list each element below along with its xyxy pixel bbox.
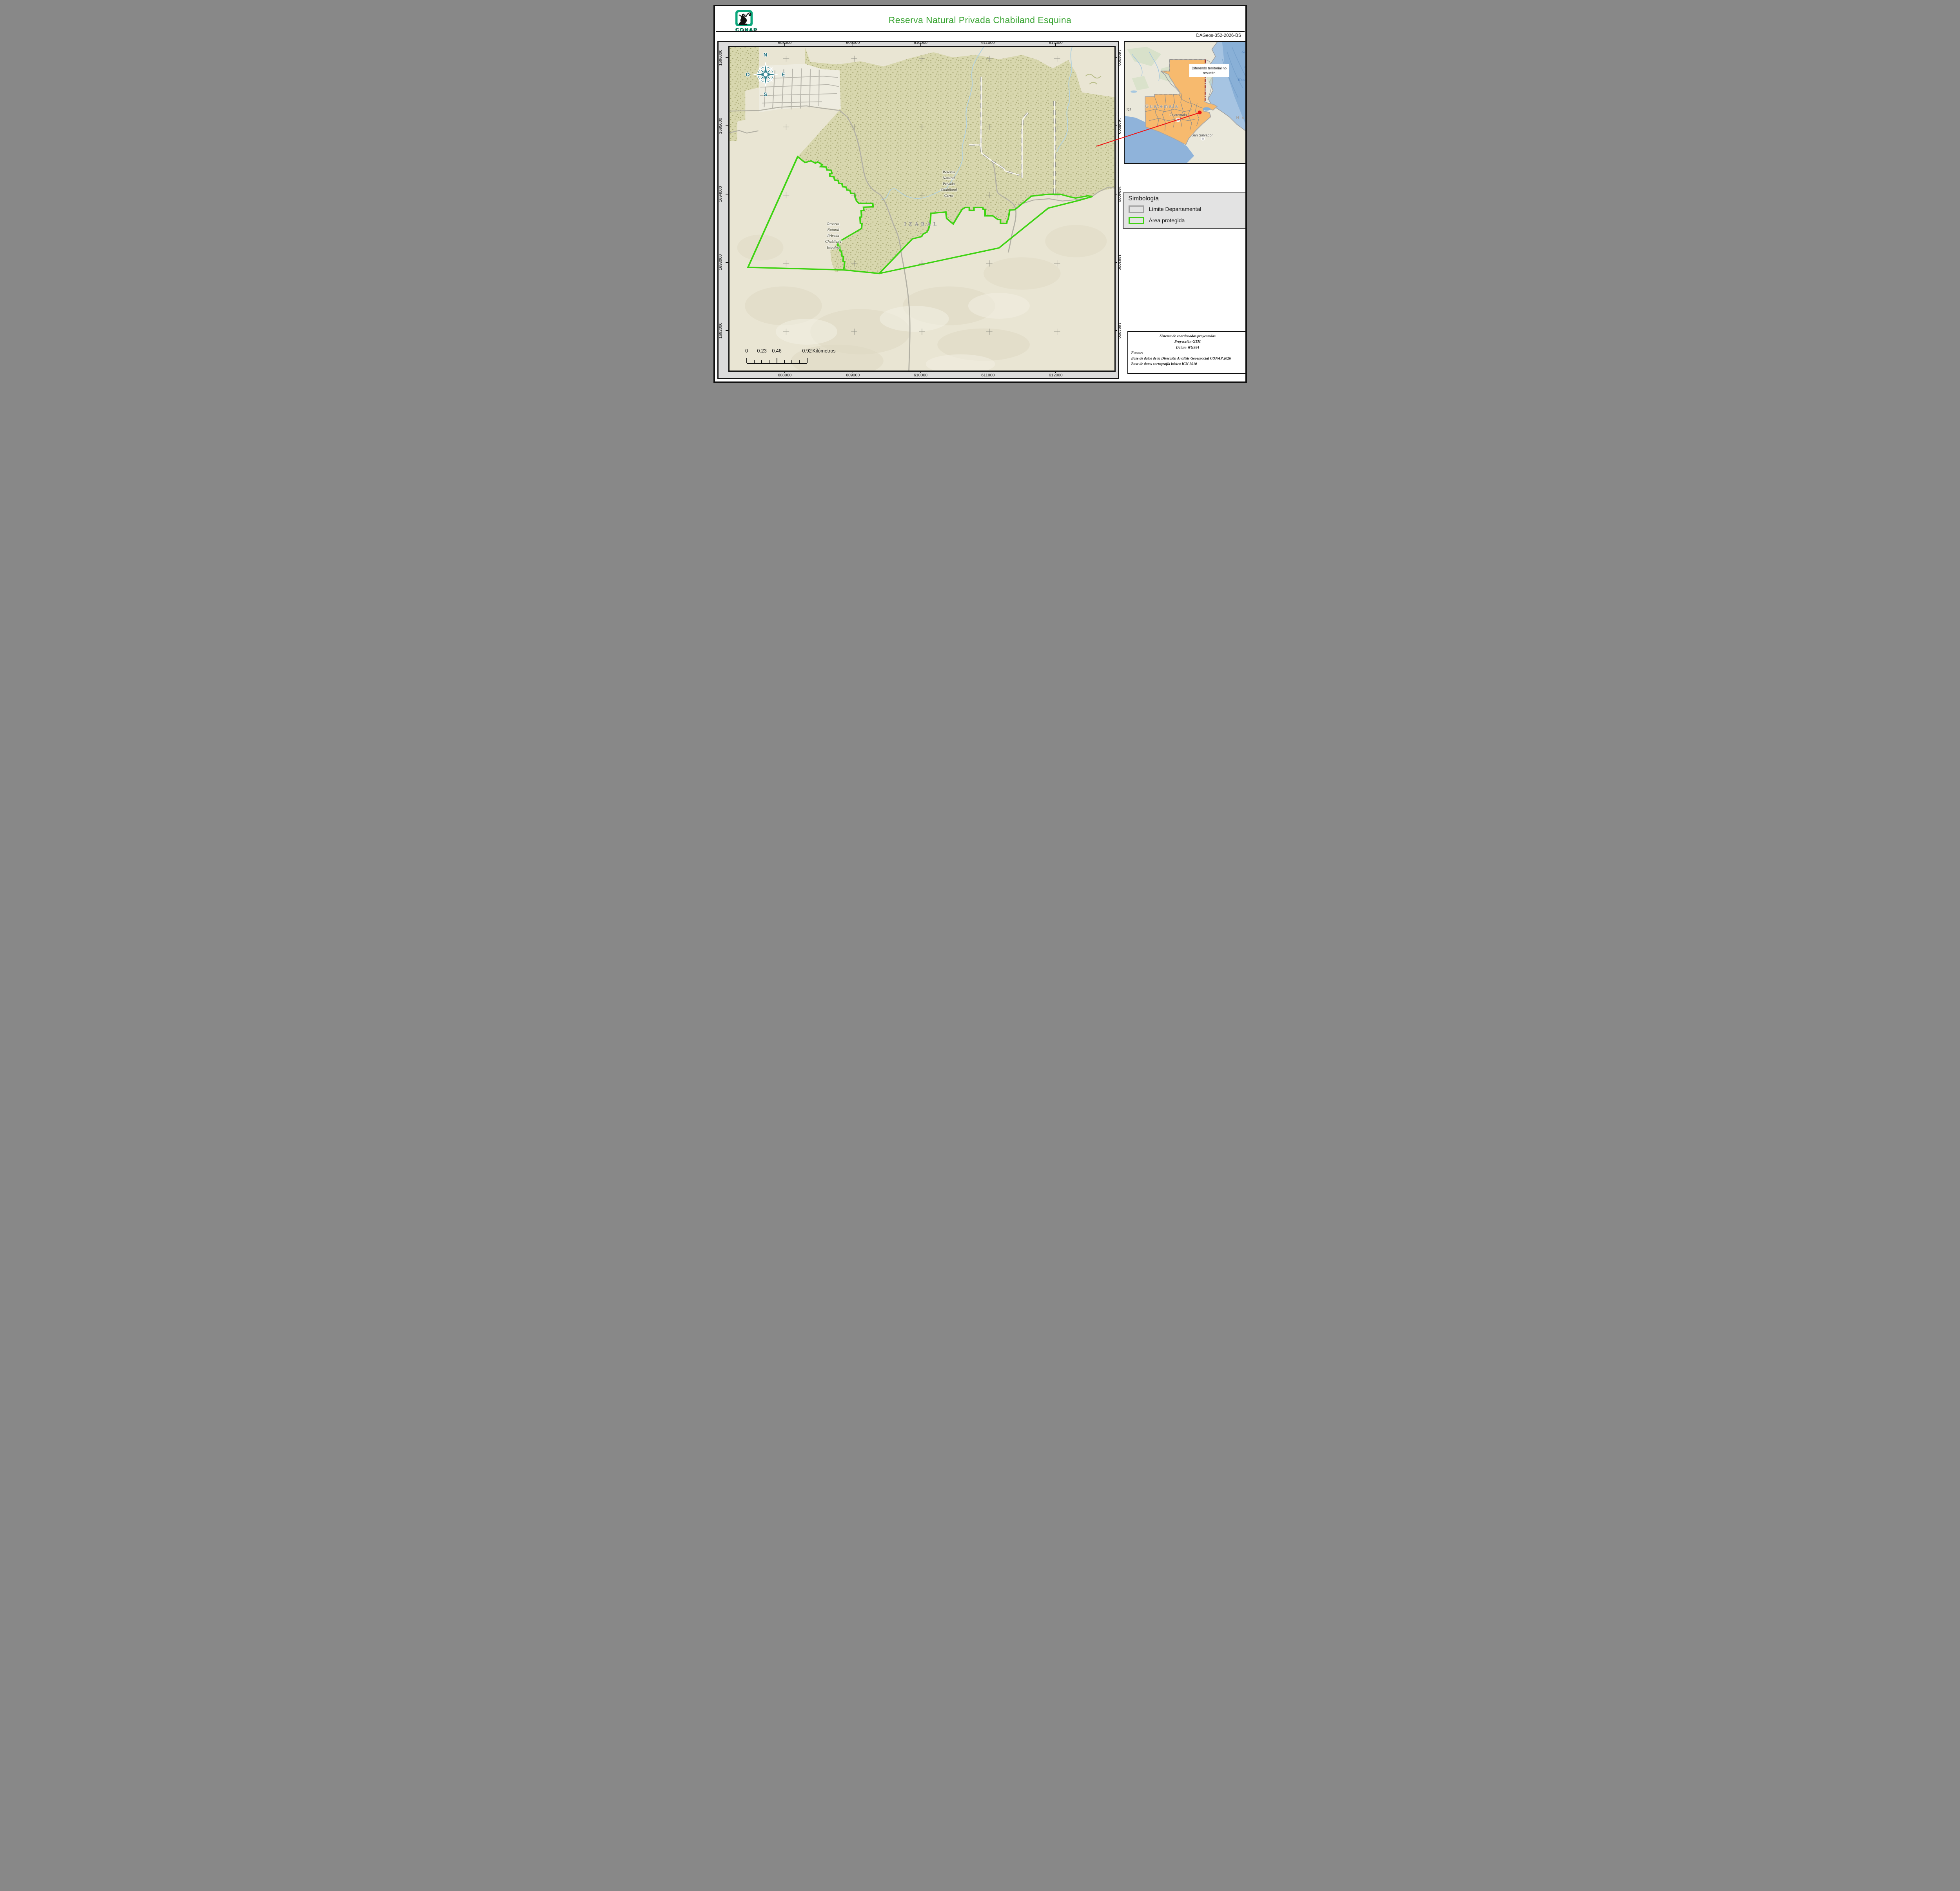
scalebar-tick — [746, 358, 747, 363]
legend-title: Simbología — [1129, 195, 1159, 202]
axis-tick: 1693000 — [1117, 254, 1122, 270]
axis-tick: 609000 — [846, 40, 860, 45]
inset-city-sansalvador-label: San Salvador — [1192, 133, 1213, 137]
compass-north-label: N — [764, 52, 767, 58]
header: CONAP Reserva Natural Privada Chabiland … — [716, 7, 1245, 31]
map-geometry — [730, 47, 1114, 371]
source-heading: Fuente: — [1131, 351, 1244, 356]
scalebar-tick — [754, 360, 755, 363]
axis-tick: 1695000 — [718, 118, 723, 134]
axis-tick: 1692000 — [1117, 323, 1122, 339]
axis-tick: 611000 — [981, 40, 995, 45]
scalebar-value-0: 0 — [745, 348, 748, 354]
axis-tick: 1693000 — [718, 254, 723, 270]
crs-title: Sistema de coordenadas proyectadas — [1131, 334, 1244, 339]
doc-code: DAGeos-352-2026-BS — [1196, 33, 1241, 38]
scalebar-tick — [784, 360, 785, 363]
scalebar-tick — [791, 360, 792, 363]
axis-tick: 1696000 — [1117, 49, 1122, 65]
legend-item-label: Área protegida — [1149, 217, 1185, 223]
inset-honduras-label: H o — [1236, 115, 1245, 120]
conap-logo: CONAP — [725, 10, 768, 32]
inset-locator-map: Guatemala Guatemala San Salvador H o Gu … — [1124, 41, 1247, 164]
axis-tick — [726, 262, 728, 263]
axis-tick: 610000 — [914, 373, 927, 378]
departmental-boundary-swatch-icon — [1129, 205, 1144, 213]
header-divider — [716, 31, 1245, 32]
map-canvas: Reserva Natural Privada Chabiland Cerro … — [728, 46, 1116, 372]
scalebar: 0 0.23 0.46 0.92 Kilómetros — [747, 348, 837, 365]
axis-tick — [726, 57, 728, 58]
axis-tick: 1694000 — [1117, 186, 1122, 202]
axis-tick — [726, 330, 728, 331]
source-line-2: Base de datos cartografía básica IGN 201… — [1131, 361, 1244, 367]
map-sheet: CONAP Reserva Natural Privada Chabiland … — [713, 5, 1247, 383]
axis-tick: 612000 — [1049, 40, 1063, 45]
axis-tick: 1696000 — [718, 49, 723, 65]
legend: Simbología Límite Departamental Área pro… — [1123, 193, 1247, 229]
axis-tick: 608000 — [778, 373, 791, 378]
department-label-izabal: IZABAL — [904, 222, 940, 227]
inset-depth-label: 721 — [1126, 107, 1131, 112]
inset-city-guatemala-label: Guatemala — [1170, 113, 1187, 117]
compass-south-label: S — [764, 91, 767, 97]
compass-west-label: O — [746, 72, 750, 78]
inset-sea-label-2: d — [1245, 65, 1247, 69]
axis-tick: 612000 — [1049, 373, 1063, 378]
scalebar-value-046: 0.46 — [772, 348, 781, 354]
axis-tick: 610000 — [914, 40, 927, 45]
protected-area-swatch-icon — [1129, 217, 1144, 224]
scalebar-tick — [799, 360, 800, 363]
source-line-1: Base de datos de la Dirección Análisis G… — [1131, 356, 1244, 361]
scalebar-unit: Kilómetros — [813, 348, 836, 354]
axis-tick: 611000 — [981, 373, 995, 378]
scalebar-value-092: 0.92 — [802, 348, 811, 354]
scalebar-ruler — [747, 357, 807, 364]
reserve-label-esquina: Reserva Natural Privada Chabiland Esquin… — [825, 222, 841, 251]
reserve-label-cerro: Reserva Natural Privada Chabiland Cerro — [941, 170, 957, 200]
axis-tick: 1694000 — [718, 186, 723, 202]
legend-item-label: Límite Departamental — [1149, 206, 1201, 212]
scalebar-tick — [761, 360, 762, 363]
inset-geometry — [1125, 42, 1247, 163]
axis-tick: 1692000 — [718, 323, 723, 339]
info-box: Sistema de coordenadas proyectadas Proye… — [1127, 331, 1247, 374]
inset-country-label: Guatemala — [1145, 104, 1179, 109]
crs-projection: Proyección GTM — [1131, 339, 1244, 345]
inset-sea-label-3: Hond — [1238, 78, 1246, 82]
scalebar-tick — [807, 358, 808, 363]
page-title: Reserva Natural Privada Chabiland Esquin… — [779, 7, 1182, 32]
inset-sea-label-1: Gu — [1241, 51, 1246, 54]
compass-rose-icon: N S E O — [746, 53, 785, 96]
scalebar-value-023: 0.23 — [757, 348, 766, 354]
axis-tick — [726, 125, 728, 126]
compass-star-icon — [751, 57, 780, 92]
axis-tick: 1695000 — [1117, 118, 1122, 134]
axis-tick: 608000 — [778, 40, 791, 45]
compass-east-label: E — [782, 72, 785, 78]
crs-datum: Datum WGS84 — [1131, 345, 1244, 351]
axis-tick: 609000 — [846, 373, 860, 378]
inset-territorial-note: Diferendo territorial no resuelto — [1189, 64, 1229, 77]
